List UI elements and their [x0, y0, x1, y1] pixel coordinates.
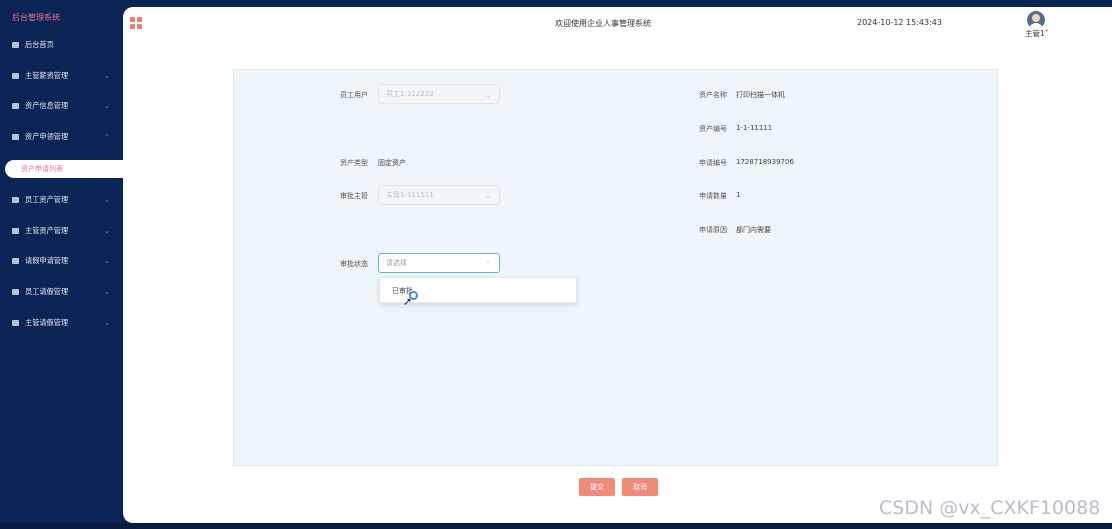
menu-toggle-grid-icon[interactable]	[130, 17, 142, 29]
chevron-up-icon: ⌃	[485, 260, 491, 268]
apply-reason-label: 申请原因	[699, 226, 727, 234]
chevron-down-icon: ⌄	[485, 91, 491, 99]
sidebar-item-manager-leave[interactable]: 主管请假管理 ⌄	[0, 310, 122, 336]
sidebar-item-label: 员工资产管理	[25, 195, 69, 204]
asset-type-value: 固定资产	[378, 159, 406, 167]
page-title: 欢迎使用企业人事管理系统	[555, 19, 651, 28]
sidebar-item-label: 主管薪资管理	[25, 71, 69, 80]
menu-icon	[12, 103, 19, 109]
sidebar-item-asset-info[interactable]: 资产信息管理 ⌄	[0, 93, 122, 119]
approver-select: 主管1-111111 ⌄	[378, 185, 500, 205]
sidebar-item-home[interactable]: 后台首页	[0, 32, 122, 58]
chevron-down-icon: ⌄	[104, 288, 110, 296]
sidebar-item-manager-asset[interactable]: 主管资产管理 ⌄	[0, 218, 122, 244]
menu-icon	[12, 320, 19, 326]
asset-apply-form: 员工用户 员工1-222222 ⌄ 资产类型 固定资产 审批主管 主管1-111…	[233, 69, 998, 466]
menu-icon	[12, 289, 19, 295]
chevron-down-icon: ˅	[1044, 29, 1049, 38]
asset-no-label: 资产编号	[699, 125, 727, 133]
status-label: 审批状态	[340, 260, 368, 268]
chevron-down-icon: ⌄	[104, 102, 110, 110]
app: 后台管理系统 后台首页 主管薪资管理 ⌄ 资产信息管理 ⌄ 资产申领管理 ⌃ 资…	[0, 0, 1112, 529]
menu-icon	[12, 197, 19, 203]
submit-button[interactable]: 提交	[579, 478, 615, 496]
watermark: CSDN @vx_CXKF10088	[879, 497, 1101, 519]
sidebar-item-employee-asset[interactable]: 员工资产管理 ⌄	[0, 187, 122, 213]
sidebar-item-label: 资产申领管理	[25, 132, 69, 141]
header-datetime: 2024-10-12 15:43:43	[857, 18, 942, 27]
menu-icon	[12, 258, 19, 264]
menu-icon	[12, 134, 19, 140]
brand-title: 后台管理系统	[12, 13, 60, 22]
chevron-down-icon: ⌄	[104, 227, 110, 235]
asset-name-value: 打印扫描一体机	[736, 91, 785, 99]
sidebar-item-label: 主管资产管理	[25, 226, 69, 235]
asset-name-label: 资产名称	[699, 91, 727, 99]
apply-qty-label: 申请数量	[699, 192, 727, 200]
chevron-down-icon: ⌄	[104, 319, 110, 327]
user-name: 主管1	[1025, 29, 1045, 38]
menu-icon	[12, 42, 19, 48]
chevron-down-icon: ⌄	[485, 192, 491, 200]
sidebar-item-label: 主管请假管理	[25, 318, 69, 327]
employee-select: 员工1-222222 ⌄	[378, 84, 500, 104]
asset-type-label: 资产类型	[340, 159, 368, 167]
avatar[interactable]	[1027, 11, 1045, 29]
sidebar: 后台管理系统 后台首页 主管薪资管理 ⌄ 资产信息管理 ⌄ 资产申领管理 ⌃ 资…	[0, 0, 123, 529]
sidebar-item-leave-apply[interactable]: 请假申请管理 ⌄	[0, 248, 122, 274]
chevron-down-icon: ⌄	[104, 72, 110, 80]
chevron-down-icon: ⌄	[104, 196, 110, 204]
employee-select-value: 员工1-222222	[386, 90, 434, 98]
sidebar-item-employee-leave[interactable]: 员工请假管理 ⌄	[0, 279, 122, 305]
menu-icon	[12, 73, 19, 79]
menu-icon	[12, 228, 19, 234]
approver-select-value: 主管1-111111	[386, 191, 434, 199]
apply-reason-value: 部门内需要	[736, 226, 771, 234]
sidebar-item-label: 资产信息管理	[25, 101, 69, 110]
sidebar-item-asset-apply[interactable]: 资产申领管理 ⌃	[0, 124, 122, 150]
sidebar-item-salary[interactable]: 主管薪资管理 ⌄	[0, 63, 122, 89]
status-select[interactable]: 请选择 ⌃	[378, 253, 500, 273]
sidebar-item-label: 员工请假管理	[25, 287, 69, 296]
mouse-pointer-icon: ➚	[403, 295, 413, 308]
chevron-down-icon: ⌄	[104, 257, 110, 265]
chevron-up-icon: ⌃	[104, 133, 110, 141]
user-menu[interactable]: 主管1˅	[1025, 28, 1049, 39]
employee-label: 员工用户	[340, 91, 368, 99]
apply-no-label: 申请编号	[699, 159, 727, 167]
status-select-placeholder: 请选择	[386, 259, 407, 267]
apply-qty-value: 1	[736, 191, 741, 199]
apply-no-value: 1728718939706	[736, 158, 794, 166]
sidebar-item-label: 后台首页	[25, 40, 54, 49]
approver-label: 审批主管	[340, 192, 368, 200]
main-content: 欢迎使用企业人事管理系统 2024-10-12 15:43:43 主管1˅ 员工…	[123, 7, 1112, 523]
bottom-band	[0, 523, 1112, 529]
sidebar-item-label: 请假申请管理	[25, 256, 69, 265]
sidebar-subitem-asset-apply-list[interactable]: 资产申请列表	[5, 160, 123, 178]
cancel-button[interactable]: 取消	[622, 478, 658, 496]
asset-no-value: 1-1-11111	[736, 124, 773, 132]
